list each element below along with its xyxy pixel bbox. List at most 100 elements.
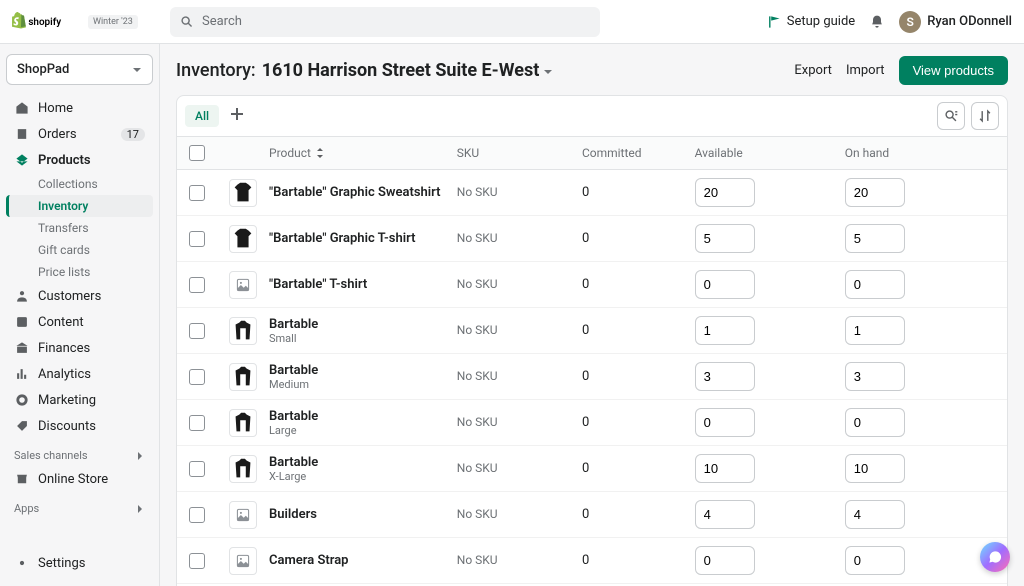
column-onhand[interactable]: On hand	[845, 146, 995, 160]
row-checkbox[interactable]	[189, 231, 205, 247]
product-thumbnail	[229, 225, 257, 253]
setup-guide-label: Setup guide	[787, 14, 855, 29]
gear-icon	[14, 555, 30, 571]
analytics-icon	[14, 366, 30, 382]
nav-home[interactable]: Home	[6, 95, 153, 121]
nav-discounts[interactable]: Discounts	[6, 413, 153, 439]
setup-guide-link[interactable]: Setup guide	[767, 14, 855, 29]
onhand-input[interactable]	[845, 178, 905, 207]
available-input[interactable]	[695, 500, 755, 529]
product-cell[interactable]: "Bartable" Graphic T-shirt	[269, 231, 457, 246]
committed-value: 0	[582, 553, 589, 568]
product-thumbnail	[229, 455, 257, 483]
table-row: Camera Strap No SKU 0	[177, 538, 1007, 584]
column-product[interactable]: Product	[269, 146, 457, 160]
row-checkbox[interactable]	[189, 369, 205, 385]
onhand-input[interactable]	[845, 408, 905, 437]
product-name: Camera Strap	[269, 553, 457, 568]
search-placeholder: Search	[202, 14, 242, 29]
available-input[interactable]	[695, 408, 755, 437]
nav-marketing[interactable]: Marketing	[6, 387, 153, 413]
nav-inventory[interactable]: Inventory	[6, 195, 153, 217]
onhand-input[interactable]	[845, 224, 905, 253]
row-checkbox[interactable]	[189, 415, 205, 431]
product-cell[interactable]: Camera Strap	[269, 553, 457, 568]
add-view-button[interactable]	[225, 104, 249, 128]
topbar: shopify Winter '23 Search Setup guide S …	[0, 0, 1024, 44]
available-input[interactable]	[695, 316, 755, 345]
product-thumbnail	[229, 409, 257, 437]
column-committed[interactable]: Committed	[582, 146, 695, 160]
location-selector[interactable]: 1610 Harrison Street Suite E-West	[262, 60, 554, 81]
user-menu[interactable]: S Ryan ODonnell	[899, 11, 1012, 33]
store-selector[interactable]: ShopPad	[6, 54, 153, 85]
row-checkbox[interactable]	[189, 277, 205, 293]
product-cell[interactable]: Bartable Large	[269, 409, 457, 437]
export-button[interactable]: Export	[794, 63, 832, 78]
search-filter-button[interactable]	[937, 102, 965, 130]
nav-online-store[interactable]: Online Store	[6, 466, 153, 492]
product-cell[interactable]: Builders	[269, 507, 457, 522]
product-cell[interactable]: Bartable Small	[269, 317, 457, 345]
nav-settings[interactable]: Settings	[6, 550, 153, 576]
onhand-input[interactable]	[845, 546, 905, 575]
sales-channels-header[interactable]: Sales channels	[6, 439, 153, 466]
select-all-checkbox[interactable]	[189, 145, 205, 161]
row-checkbox[interactable]	[189, 461, 205, 477]
import-button[interactable]: Import	[846, 63, 885, 78]
onhand-input[interactable]	[845, 454, 905, 483]
available-input[interactable]	[695, 454, 755, 483]
product-name: Bartable	[269, 317, 457, 332]
nav-analytics[interactable]: Analytics	[6, 361, 153, 387]
product-cell[interactable]: Bartable X-Large	[269, 455, 457, 483]
product-cell[interactable]: Bartable Medium	[269, 363, 457, 391]
available-input[interactable]	[695, 224, 755, 253]
nav-orders[interactable]: Orders17	[6, 121, 153, 147]
sku-text: No SKU	[457, 461, 498, 475]
available-input[interactable]	[695, 362, 755, 391]
available-input[interactable]	[695, 270, 755, 299]
table-row: Bartable X-Large No SKU 0	[177, 446, 1007, 492]
nav-products[interactable]: Products	[6, 147, 153, 173]
sort-button[interactable]	[971, 102, 999, 130]
sku-text: No SKU	[457, 277, 498, 291]
row-checkbox[interactable]	[189, 185, 205, 201]
help-chat-button[interactable]	[980, 542, 1010, 572]
available-input[interactable]	[695, 178, 755, 207]
onhand-input[interactable]	[845, 270, 905, 299]
onhand-input[interactable]	[845, 500, 905, 529]
view-products-button[interactable]: View products	[899, 56, 1008, 85]
row-checkbox[interactable]	[189, 323, 205, 339]
product-cell[interactable]: "Bartable" Graphic Sweatshirt	[269, 185, 457, 200]
product-variant: Large	[269, 424, 457, 437]
row-checkbox[interactable]	[189, 553, 205, 569]
onhand-input[interactable]	[845, 362, 905, 391]
onhand-input[interactable]	[845, 316, 905, 345]
row-checkbox[interactable]	[189, 507, 205, 523]
column-available[interactable]: Available	[695, 146, 845, 160]
nav-collections[interactable]: Collections	[6, 173, 153, 195]
sku-text: No SKU	[457, 415, 498, 429]
avatar-icon: S	[899, 11, 921, 33]
winter-tag: Winter '23	[88, 15, 138, 29]
finances-icon	[14, 340, 30, 356]
apps-header[interactable]: Apps	[6, 492, 153, 519]
nav-transfers[interactable]: Transfers	[6, 217, 153, 239]
column-sku[interactable]: SKU	[457, 146, 582, 160]
shopify-logo-icon: shopify	[12, 12, 82, 31]
tab-all[interactable]: All	[185, 105, 219, 127]
nav-price-lists[interactable]: Price lists	[6, 261, 153, 283]
notifications-button[interactable]	[869, 14, 885, 30]
committed-value: 0	[582, 461, 589, 476]
nav-finances[interactable]: Finances	[6, 335, 153, 361]
home-icon	[14, 100, 30, 116]
product-thumbnail	[229, 271, 257, 299]
available-input[interactable]	[695, 546, 755, 575]
caret-down-icon	[543, 67, 553, 77]
nav-gift-cards[interactable]: Gift cards	[6, 239, 153, 261]
search-input[interactable]: Search	[170, 7, 600, 37]
nav-content[interactable]: Content	[6, 309, 153, 335]
marketing-icon	[14, 392, 30, 408]
product-cell[interactable]: "Bartable" T-shirt	[269, 277, 457, 292]
nav-customers[interactable]: Customers	[6, 283, 153, 309]
